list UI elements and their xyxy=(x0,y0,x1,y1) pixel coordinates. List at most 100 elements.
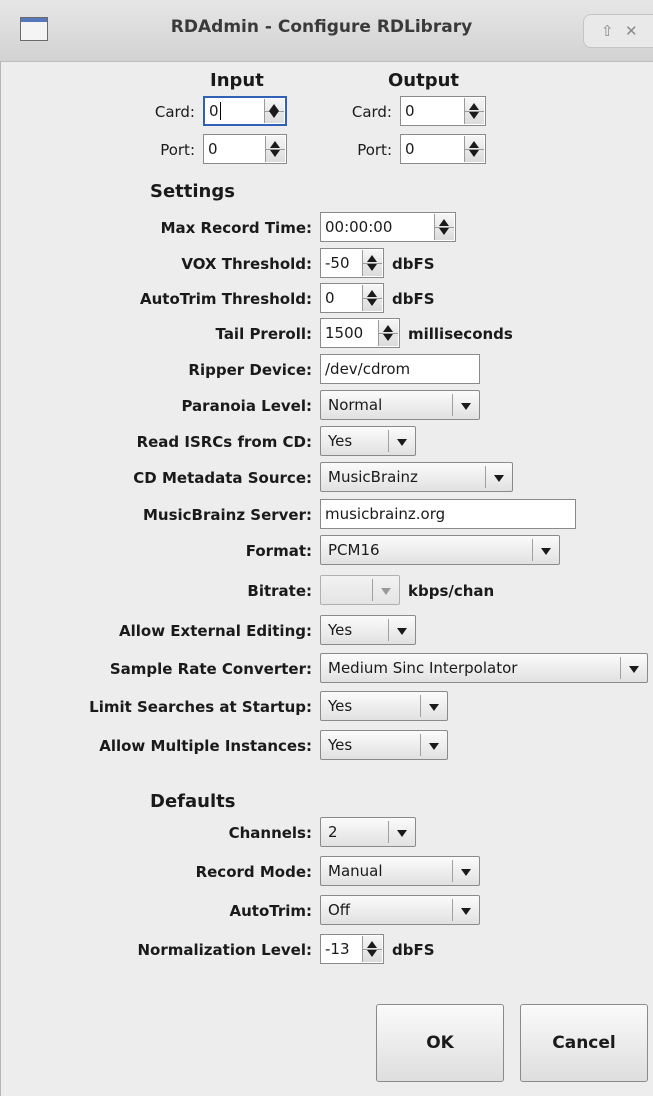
spin-up-icon[interactable] xyxy=(269,104,279,111)
chevron-down-icon[interactable] xyxy=(485,466,512,488)
chevron-down-icon[interactable] xyxy=(388,430,415,452)
input-card-spinbox[interactable]: 0 xyxy=(203,96,287,126)
bitrate-dropdown[interactable] xyxy=(320,575,400,605)
window-title: RDAdmin - Configure RDLibrary xyxy=(170,17,473,37)
cd-metadata-source-dropdown[interactable]: MusicBrainz xyxy=(320,462,513,492)
chevron-down-icon[interactable] xyxy=(620,657,647,679)
spin-up-icon[interactable] xyxy=(367,941,377,948)
chevron-down-icon[interactable] xyxy=(452,860,479,882)
max-record-time-field[interactable]: 00:00:00 xyxy=(320,212,456,242)
musicbrainz-server-field[interactable]: musicbrainz.org xyxy=(320,499,576,529)
spin-down-icon[interactable] xyxy=(270,150,280,157)
allow-multiple-instances-dropdown[interactable]: Yes xyxy=(320,730,448,760)
normalization-level-label: Normalization Level: xyxy=(137,941,313,959)
ok-button[interactable]: OK xyxy=(376,1004,504,1082)
output-heading: Output xyxy=(388,70,460,91)
spin-down-icon[interactable] xyxy=(269,111,279,118)
cancel-button[interactable]: Cancel xyxy=(520,1004,648,1082)
max-record-time-spin-buttons[interactable] xyxy=(434,214,454,240)
input-port-spin-buttons[interactable] xyxy=(265,136,285,162)
maximize-icon[interactable]: ⇧ xyxy=(601,22,614,40)
ripper-device-label: Ripper Device: xyxy=(188,361,312,379)
paranoia-level-dropdown[interactable]: Normal xyxy=(320,390,480,420)
output-card-spinbox[interactable]: 0 xyxy=(400,96,486,126)
input-card-spin-buttons[interactable] xyxy=(264,99,284,123)
allow-external-editing-label: Allow External Editing: xyxy=(119,622,312,640)
input-port-value: 0 xyxy=(208,140,218,158)
chevron-down-icon[interactable] xyxy=(452,899,479,921)
spin-down-icon[interactable] xyxy=(383,334,393,341)
max-record-time-value: 00:00:00 xyxy=(325,218,393,236)
dialog-body: Input Output Card: 0 Card: 0 Port: 0 Por… xyxy=(0,62,653,1096)
autotrim-dropdown[interactable]: Off xyxy=(320,895,480,925)
chevron-down-icon[interactable] xyxy=(452,394,479,416)
chevron-down-icon[interactable] xyxy=(372,579,399,601)
autotrim-threshold-spinbox[interactable]: 0 xyxy=(320,283,384,313)
output-port-spinbox[interactable]: 0 xyxy=(400,134,486,164)
tail-preroll-spinbox[interactable]: 1500 xyxy=(320,318,400,348)
normalization-level-spin-buttons[interactable] xyxy=(362,936,382,962)
spin-up-icon[interactable] xyxy=(439,219,449,226)
chevron-down-icon[interactable] xyxy=(388,619,415,641)
spin-down-icon[interactable] xyxy=(367,299,377,306)
input-port-label: Port: xyxy=(160,141,195,159)
spin-up-icon[interactable] xyxy=(469,141,479,148)
spin-up-icon[interactable] xyxy=(469,103,479,110)
spin-up-icon[interactable] xyxy=(270,141,280,148)
sample-rate-converter-dropdown[interactable]: Medium Sinc Interpolator xyxy=(320,653,648,683)
ripper-device-field[interactable]: /dev/cdrom xyxy=(320,354,480,384)
vox-threshold-label: VOX Threshold: xyxy=(181,255,312,273)
input-port-spinbox[interactable]: 0 xyxy=(203,134,287,164)
vox-threshold-unit: dbFS xyxy=(392,255,435,273)
limit-searches-label: Limit Searches at Startup: xyxy=(89,698,312,716)
spin-down-icon[interactable] xyxy=(367,264,377,271)
musicbrainz-server-label: MusicBrainz Server: xyxy=(142,506,312,524)
bitrate-unit: kbps/chan xyxy=(408,582,495,600)
normalization-level-value: -13 xyxy=(325,940,350,958)
output-port-spin-buttons[interactable] xyxy=(464,136,484,162)
channels-dropdown[interactable]: 2 xyxy=(320,817,416,847)
defaults-heading: Defaults xyxy=(150,791,236,812)
autotrim-threshold-value: 0 xyxy=(325,289,335,307)
ripper-device-value: /dev/cdrom xyxy=(325,360,411,378)
close-icon[interactable]: ✕ xyxy=(625,22,638,40)
format-dropdown[interactable]: PCM16 xyxy=(320,535,560,565)
tail-preroll-value: 1500 xyxy=(325,324,364,342)
format-value: PCM16 xyxy=(328,541,380,559)
tail-preroll-spin-buttons[interactable] xyxy=(378,320,398,346)
chevron-down-icon[interactable] xyxy=(420,734,447,756)
spin-down-icon[interactable] xyxy=(439,228,449,235)
autotrim-threshold-label: AutoTrim Threshold: xyxy=(139,290,312,308)
musicbrainz-server-value: musicbrainz.org xyxy=(325,505,446,523)
allow-external-editing-dropdown[interactable]: Yes xyxy=(320,615,416,645)
spin-down-icon[interactable] xyxy=(469,112,479,119)
output-card-spin-buttons[interactable] xyxy=(464,98,484,124)
spin-up-icon[interactable] xyxy=(367,255,377,262)
spin-up-icon[interactable] xyxy=(383,325,393,332)
autotrim-label: AutoTrim: xyxy=(229,902,312,920)
vox-threshold-value: -50 xyxy=(325,254,350,272)
vox-threshold-spinbox[interactable]: -50 xyxy=(320,248,384,278)
chevron-down-icon[interactable] xyxy=(532,539,559,561)
autotrim-threshold-spin-buttons[interactable] xyxy=(362,285,382,311)
tail-preroll-unit: milliseconds xyxy=(408,325,513,343)
vox-threshold-spin-buttons[interactable] xyxy=(362,250,382,276)
limit-searches-dropdown[interactable]: Yes xyxy=(320,691,448,721)
sample-rate-converter-label: Sample Rate Converter: xyxy=(109,660,312,678)
allow-multiple-instances-label: Allow Multiple Instances: xyxy=(99,737,312,755)
channels-label: Channels: xyxy=(228,824,312,842)
chevron-down-icon[interactable] xyxy=(420,695,447,717)
bitrate-label: Bitrate: xyxy=(247,582,312,600)
spin-down-icon[interactable] xyxy=(469,150,479,157)
title-bar[interactable]: RDAdmin - Configure RDLibrary ⇧ ✕ xyxy=(0,0,653,62)
spin-up-icon[interactable] xyxy=(367,290,377,297)
output-port-value: 0 xyxy=(405,140,415,158)
spin-down-icon[interactable] xyxy=(367,950,377,957)
record-mode-dropdown[interactable]: Manual xyxy=(320,856,480,886)
output-card-value: 0 xyxy=(405,102,415,120)
chevron-down-icon[interactable] xyxy=(388,821,415,843)
format-label: Format: xyxy=(245,542,312,560)
text-caret xyxy=(219,102,221,120)
read-isrcs-dropdown[interactable]: Yes xyxy=(320,426,416,456)
normalization-level-spinbox[interactable]: -13 xyxy=(320,934,384,964)
